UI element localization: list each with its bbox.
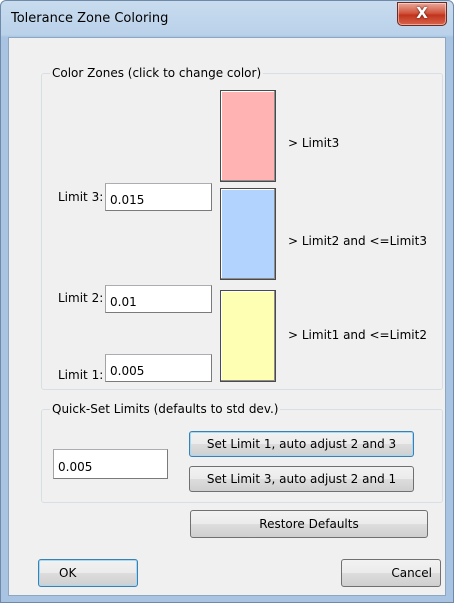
cancel-button[interactable]: Cancel xyxy=(341,559,441,587)
zone3-color-swatch[interactable] xyxy=(220,90,276,182)
zone3-label: > Limit3 xyxy=(288,136,340,150)
quick-set-caption: Quick-Set Limits (defaults to std dev.) xyxy=(50,402,281,416)
dialog-window: Tolerance Zone Coloring X Color Zones (c… xyxy=(0,0,454,603)
limit2-label: Limit 2: xyxy=(58,291,104,305)
close-icon: X xyxy=(416,4,428,22)
set-limit1-button-label: Set Limit 1, auto adjust 2 and 3 xyxy=(206,437,397,451)
cancel-button-label: Cancel xyxy=(391,566,432,580)
set-limit3-button-label: Set Limit 3, auto adjust 2 and 1 xyxy=(206,472,397,486)
window-title: Tolerance Zone Coloring xyxy=(11,11,169,26)
quick-set-input[interactable] xyxy=(53,449,168,479)
close-button[interactable]: X xyxy=(397,2,447,26)
limit2-input[interactable] xyxy=(105,285,212,313)
color-zones-caption: Color Zones (click to change color) xyxy=(50,66,264,80)
zone2-label: > Limit2 and <=Limit3 xyxy=(288,234,427,248)
ok-button[interactable]: OK xyxy=(38,559,138,587)
zone2-color-swatch[interactable] xyxy=(220,188,276,280)
limit1-label: Limit 1: xyxy=(58,368,104,382)
set-limit1-button[interactable]: Set Limit 1, auto adjust 2 and 3 xyxy=(189,431,414,457)
restore-defaults-button[interactable]: Restore Defaults xyxy=(190,510,428,538)
restore-defaults-label: Restore Defaults xyxy=(259,517,359,531)
zone1-label: > Limit1 and <=Limit2 xyxy=(288,328,427,342)
limit3-label: Limit 3: xyxy=(58,190,104,204)
title-bar[interactable]: Tolerance Zone Coloring X xyxy=(1,1,453,37)
dialog-client-area: Color Zones (click to change color) > Li… xyxy=(8,37,446,596)
set-limit3-button[interactable]: Set Limit 3, auto adjust 2 and 1 xyxy=(189,466,414,492)
zone1-color-swatch[interactable] xyxy=(220,290,276,382)
limit1-input[interactable] xyxy=(105,354,212,382)
limit3-input[interactable] xyxy=(105,183,212,211)
ok-button-label: OK xyxy=(59,566,77,580)
